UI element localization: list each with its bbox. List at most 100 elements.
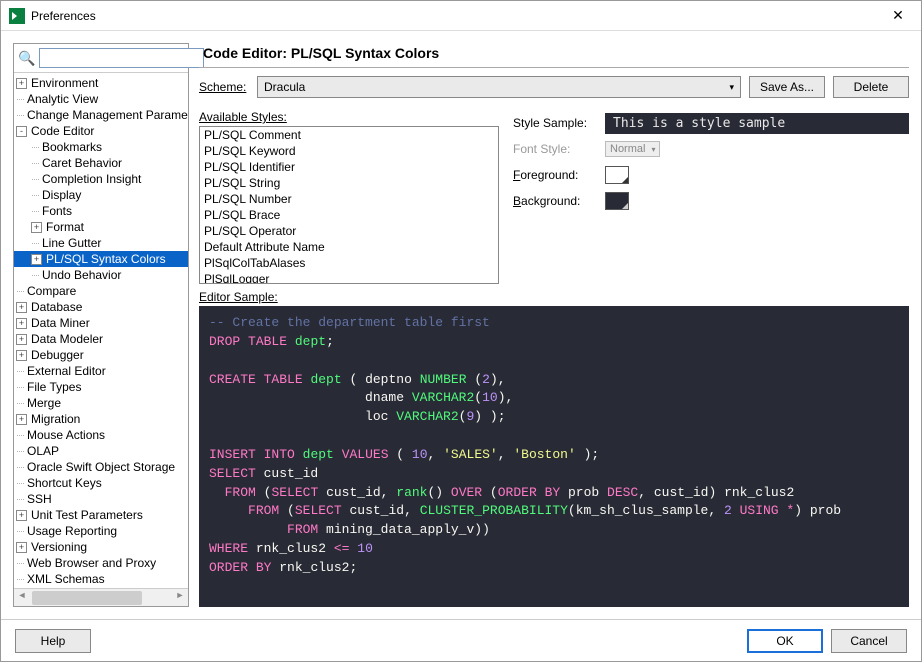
tree-item-label: OLAP xyxy=(27,444,59,458)
tree-item-label: Database xyxy=(31,300,82,314)
expand-icon[interactable]: + xyxy=(16,318,27,329)
style-properties: Style Sample: This is a style sample Fon… xyxy=(513,110,909,284)
expand-icon[interactable]: + xyxy=(31,222,42,233)
tree-item-label: Caret Behavior xyxy=(42,156,122,170)
available-styles-label: Available Styles: xyxy=(199,110,499,124)
tree-item[interactable]: ····OLAP xyxy=(14,443,188,459)
expand-icon[interactable]: + xyxy=(16,78,27,89)
list-item[interactable]: Default Attribute Name xyxy=(200,239,498,255)
save-as-button[interactable]: Save As... xyxy=(749,76,825,98)
tree-item[interactable]: ····XML Schemas xyxy=(14,571,188,587)
tree-item[interactable]: ····External Editor xyxy=(14,363,188,379)
tree-item[interactable]: -Code Editor xyxy=(14,123,188,139)
preferences-window: Preferences ✕ 🔍 +Environment····Analytic… xyxy=(0,0,922,662)
tree-item[interactable]: ····Display xyxy=(14,187,188,203)
expand-icon[interactable]: + xyxy=(16,350,27,361)
page-title: Code Editor: PL/SQL Syntax Colors xyxy=(199,43,909,68)
tree-leaf-icon: ···· xyxy=(16,446,24,456)
scroll-left-arrow-icon[interactable]: ◄ xyxy=(14,590,30,606)
tree-item[interactable]: ····Line Gutter xyxy=(14,235,188,251)
tree-item[interactable]: ····Completion Insight xyxy=(14,171,188,187)
tree-item[interactable]: + Versioning xyxy=(14,539,188,555)
tree-leaf-icon: ···· xyxy=(16,94,24,104)
tree-item[interactable]: + Unit Test Parameters xyxy=(14,507,188,523)
ok-button[interactable]: OK xyxy=(747,629,823,653)
tree-item[interactable]: +PL/SQL Syntax Colors xyxy=(14,251,188,267)
tree-item-label: Bookmarks xyxy=(42,140,102,154)
tree-item-label: Completion Insight xyxy=(42,172,141,186)
styles-column: Available Styles: PL/SQL CommentPL/SQL K… xyxy=(199,110,499,284)
expand-icon[interactable]: + xyxy=(16,334,27,345)
tree-leaf-icon: ···· xyxy=(16,366,24,376)
tree-item[interactable]: +Environment xyxy=(14,75,188,91)
tree-item-label: Usage Reporting xyxy=(27,524,117,538)
search-input[interactable] xyxy=(39,48,204,68)
dialog-footer: Help OK Cancel xyxy=(1,619,921,661)
available-styles-list[interactable]: PL/SQL CommentPL/SQL KeywordPL/SQL Ident… xyxy=(199,126,499,284)
tree-item[interactable]: +Debugger xyxy=(14,347,188,363)
tree-item[interactable]: ····Oracle Swift Object Storage xyxy=(14,459,188,475)
category-tree[interactable]: +Environment····Analytic View····Change … xyxy=(14,73,188,588)
tree-item-label: XML Schemas xyxy=(27,572,105,586)
scroll-right-arrow-icon[interactable]: ► xyxy=(172,590,188,606)
chevron-down-icon: ▾ xyxy=(651,145,655,154)
list-item[interactable]: PL/SQL Brace xyxy=(200,207,498,223)
close-button[interactable]: ✕ xyxy=(875,1,921,31)
list-item[interactable]: PL/SQL Operator xyxy=(200,223,498,239)
tree-item-label: Data Miner xyxy=(31,316,90,330)
background-label: Background: xyxy=(513,194,595,208)
settings-pane: Code Editor: PL/SQL Syntax Colors Scheme… xyxy=(199,43,909,607)
tree-item[interactable]: + Database xyxy=(14,299,188,315)
tree-item[interactable]: ····Mouse Actions xyxy=(14,427,188,443)
tree-item[interactable]: ····Undo Behavior xyxy=(14,267,188,283)
expand-icon[interactable]: + xyxy=(16,302,27,313)
scheme-row: Scheme: Dracula ▾ Save As... Delete xyxy=(199,76,909,98)
expand-icon[interactable]: + xyxy=(16,510,27,521)
tree-item-label: External Editor xyxy=(27,364,106,378)
tree-item[interactable]: +Data Modeler xyxy=(14,331,188,347)
tree-item[interactable]: ····Change Management Parameters xyxy=(14,107,188,123)
titlebar: Preferences ✕ xyxy=(1,1,921,31)
tree-item[interactable]: ····Compare xyxy=(14,283,188,299)
tree-item[interactable]: +Migration xyxy=(14,411,188,427)
list-item[interactable]: PL/SQL Number xyxy=(200,191,498,207)
tree-leaf-icon: ···· xyxy=(31,270,39,280)
tree-item[interactable]: ····Web Browser and Proxy xyxy=(14,555,188,571)
expand-icon[interactable]: + xyxy=(31,254,42,265)
styles-and-props: Available Styles: PL/SQL CommentPL/SQL K… xyxy=(199,110,909,284)
delete-button[interactable]: Delete xyxy=(833,76,909,98)
tree-item[interactable]: ····Usage Reporting xyxy=(14,523,188,539)
tree-item[interactable]: ····File Types xyxy=(14,379,188,395)
tree-item[interactable]: ····Analytic View xyxy=(14,91,188,107)
tree-horizontal-scrollbar[interactable]: ◄ ► xyxy=(14,588,188,606)
tree-item[interactable]: ····Merge xyxy=(14,395,188,411)
tree-item-label: Versioning xyxy=(31,540,87,554)
expand-icon[interactable]: + xyxy=(16,414,27,425)
expand-icon[interactable]: + xyxy=(16,542,27,553)
tree-item[interactable]: ····SSH xyxy=(14,491,188,507)
tree-leaf-icon: ···· xyxy=(16,558,24,568)
tree-item[interactable]: ····Shortcut Keys xyxy=(14,475,188,491)
tree-item[interactable]: ····Bookmarks xyxy=(14,139,188,155)
list-item[interactable]: PL/SQL Keyword xyxy=(200,143,498,159)
tree-item-label: Unit Test Parameters xyxy=(31,508,143,522)
collapse-icon[interactable]: - xyxy=(16,126,27,137)
tree-item[interactable]: ····Caret Behavior xyxy=(14,155,188,171)
scroll-thumb[interactable] xyxy=(32,591,142,605)
help-button[interactable]: Help xyxy=(15,629,91,653)
list-item[interactable]: PlSqlLogger xyxy=(200,271,498,284)
tree-leaf-icon: ···· xyxy=(31,174,39,184)
tree-item[interactable]: + Data Miner xyxy=(14,315,188,331)
background-color-picker[interactable] xyxy=(605,192,629,210)
list-item[interactable]: PL/SQL Comment xyxy=(200,127,498,143)
foreground-color-picker[interactable] xyxy=(605,166,629,184)
scheme-select[interactable]: Dracula ▾ xyxy=(257,76,741,98)
list-item[interactable]: PlSqlColTabAlases xyxy=(200,255,498,271)
font-style-value: Normal xyxy=(610,143,645,155)
list-item[interactable]: PL/SQL Identifier xyxy=(200,159,498,175)
tree-item[interactable]: +Format xyxy=(14,219,188,235)
cancel-button[interactable]: Cancel xyxy=(831,629,907,653)
list-item[interactable]: PL/SQL String xyxy=(200,175,498,191)
tree-item-label: Analytic View xyxy=(27,92,98,106)
tree-item[interactable]: ····Fonts xyxy=(14,203,188,219)
